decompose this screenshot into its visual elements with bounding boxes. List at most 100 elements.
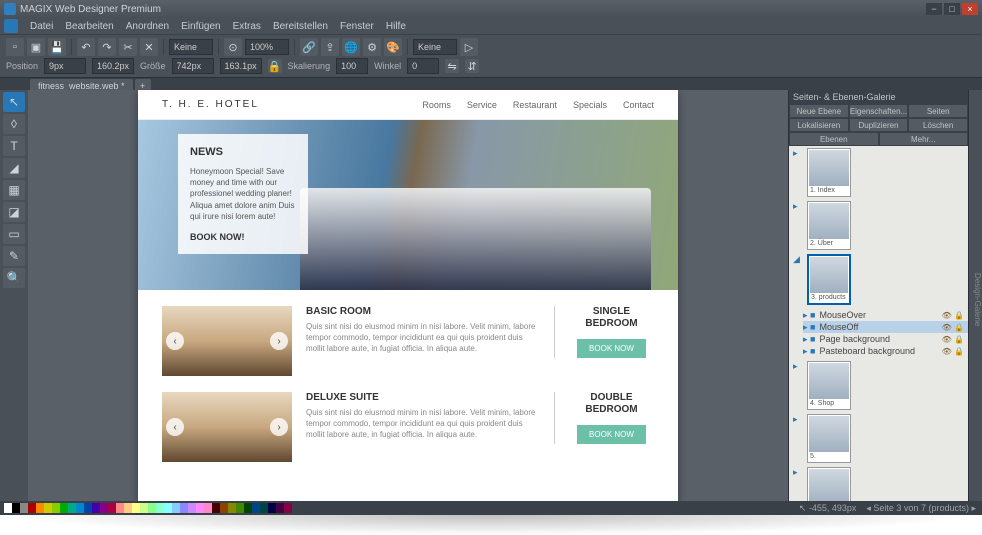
swatch[interactable] [108, 503, 116, 513]
nav-service[interactable]: Service [467, 100, 497, 110]
nav-restaurant[interactable]: Restaurant [513, 100, 557, 110]
swatch[interactable] [28, 503, 36, 513]
swatch[interactable] [36, 503, 44, 513]
hero-image[interactable]: NEWS Honeymoon Special! Save money and t… [138, 120, 678, 290]
page-thumb-6[interactable]: ▸6. Galerie [789, 465, 968, 501]
zoom-tool[interactable]: 🔍 [3, 268, 25, 288]
expand-icon[interactable]: ▸ [793, 148, 803, 159]
nav-specials[interactable]: Specials [573, 100, 607, 110]
page-thumb-3[interactable]: ◢3. products [789, 252, 968, 307]
layer-item[interactable]: ▸ ■Page background👁 🔒 [803, 333, 968, 345]
prev-image-icon[interactable]: ‹ [166, 418, 184, 436]
swatch[interactable] [188, 503, 196, 513]
swatch[interactable] [12, 503, 20, 513]
page-preview[interactable]: T. H. E. HOTEL Rooms Service Restaurant … [138, 90, 678, 501]
swatch[interactable] [52, 503, 60, 513]
menu-einfuegen[interactable]: Einfügen [181, 21, 220, 32]
height-input[interactable] [220, 58, 262, 74]
layer-item[interactable]: ▸ ■MouseOff👁 🔒 [803, 321, 968, 333]
swatch[interactable] [132, 503, 140, 513]
swatch[interactable] [228, 503, 236, 513]
save-button[interactable]: 💾 [48, 38, 66, 56]
swatch[interactable] [148, 503, 156, 513]
swatch[interactable] [124, 503, 132, 513]
palette-icon[interactable]: 🎨 [384, 38, 402, 56]
next-image-icon[interactable]: › [270, 332, 288, 350]
minimize-button[interactable]: − [926, 3, 942, 15]
lock-aspect-icon[interactable]: 🔒 [268, 59, 282, 73]
flip-v-icon[interactable]: ⇵ [465, 59, 479, 73]
play-button[interactable]: ▷ [460, 38, 478, 56]
swatch[interactable] [252, 503, 260, 513]
swatch[interactable] [164, 503, 172, 513]
zoom-input[interactable] [245, 39, 289, 55]
news-box[interactable]: NEWS Honeymoon Special! Save money and t… [178, 134, 308, 254]
swatch[interactable] [44, 503, 52, 513]
open-button[interactable]: ▣ [27, 38, 45, 56]
text-tool[interactable]: T [3, 136, 25, 156]
redo-button[interactable]: ↷ [98, 38, 116, 56]
layers-button[interactable]: Ebenen [789, 132, 879, 146]
next-image-icon[interactable]: › [270, 418, 288, 436]
room-basic-image[interactable]: ‹ › [162, 306, 292, 376]
cut-button[interactable]: ✂ [119, 38, 137, 56]
undo-button[interactable]: ↶ [77, 38, 95, 56]
page-thumb-2[interactable]: ▸2. Über [789, 199, 968, 252]
swatch[interactable] [172, 503, 180, 513]
angle-input[interactable] [407, 58, 439, 74]
swatch[interactable] [92, 503, 100, 513]
swatch[interactable] [84, 503, 92, 513]
new-button[interactable]: ▫ [6, 38, 24, 56]
shadow-tool[interactable]: ◪ [3, 202, 25, 222]
more-button[interactable]: Mehr... [879, 132, 969, 146]
swatch[interactable] [116, 503, 124, 513]
page-thumb-4[interactable]: ▸4. Shop [789, 359, 968, 412]
swatch[interactable] [196, 503, 204, 513]
width-input[interactable] [172, 58, 214, 74]
menu-hilfe[interactable]: Hilfe [386, 21, 406, 32]
news-cta[interactable]: BOOK NOW! [190, 232, 296, 242]
layer-item[interactable]: ▸ ■Pasteboard background👁 🔒 [803, 345, 968, 357]
scale-input[interactable] [336, 58, 368, 74]
rectangle-tool[interactable]: ▭ [3, 224, 25, 244]
swatch[interactable] [100, 503, 108, 513]
new-layer-button[interactable]: Neue Ebene [789, 104, 849, 118]
expand-icon[interactable]: ▸ [793, 201, 803, 212]
delete-button[interactable]: ✕ [140, 38, 158, 56]
swatch[interactable] [268, 503, 276, 513]
expand-icon[interactable]: ▸ [793, 361, 803, 372]
brand-icon[interactable] [4, 19, 18, 33]
export-button[interactable]: ⇪ [321, 38, 339, 56]
menu-bereitstellen[interactable]: Bereitstellen [273, 21, 328, 32]
pos-x-input[interactable] [44, 58, 86, 74]
swatch[interactable] [156, 503, 164, 513]
fill-select[interactable] [413, 39, 457, 55]
transparency-tool[interactable]: ▦ [3, 180, 25, 200]
photo-tool[interactable]: ✎ [3, 246, 25, 266]
swatch[interactable] [68, 503, 76, 513]
canvas[interactable]: T. H. E. HOTEL Rooms Service Restaurant … [28, 90, 788, 501]
layer-item[interactable]: ▸ ■MouseOver👁 🔒 [803, 309, 968, 321]
swatch[interactable] [236, 503, 244, 513]
delete-layer-button[interactable]: Löschen [908, 118, 968, 132]
page-thumb-1[interactable]: ▸1. Index [789, 146, 968, 199]
link-button[interactable]: 🔗 [300, 38, 318, 56]
zoom-prev-button[interactable]: ⊙ [224, 38, 242, 56]
menu-bearbeiten[interactable]: Bearbeiten [65, 21, 113, 32]
pages-button[interactable]: Seiten [908, 104, 968, 118]
book-basic-button[interactable]: BOOK NOW [577, 339, 646, 358]
localize-button[interactable]: Lokalisieren [789, 118, 849, 132]
swatch[interactable] [20, 503, 28, 513]
swatch[interactable] [212, 503, 220, 513]
swatch[interactable] [76, 503, 84, 513]
fill-tool[interactable]: ◢ [3, 158, 25, 178]
prev-image-icon[interactable]: ‹ [166, 332, 184, 350]
close-button[interactable]: × [962, 3, 978, 15]
swatch[interactable] [276, 503, 284, 513]
maximize-button[interactable]: □ [944, 3, 960, 15]
swatch[interactable] [244, 503, 252, 513]
expand-icon[interactable]: ◢ [793, 254, 803, 265]
preview-button[interactable]: 🌐 [342, 38, 360, 56]
swatch[interactable] [204, 503, 212, 513]
page-thumb-5[interactable]: ▸5. [789, 412, 968, 465]
